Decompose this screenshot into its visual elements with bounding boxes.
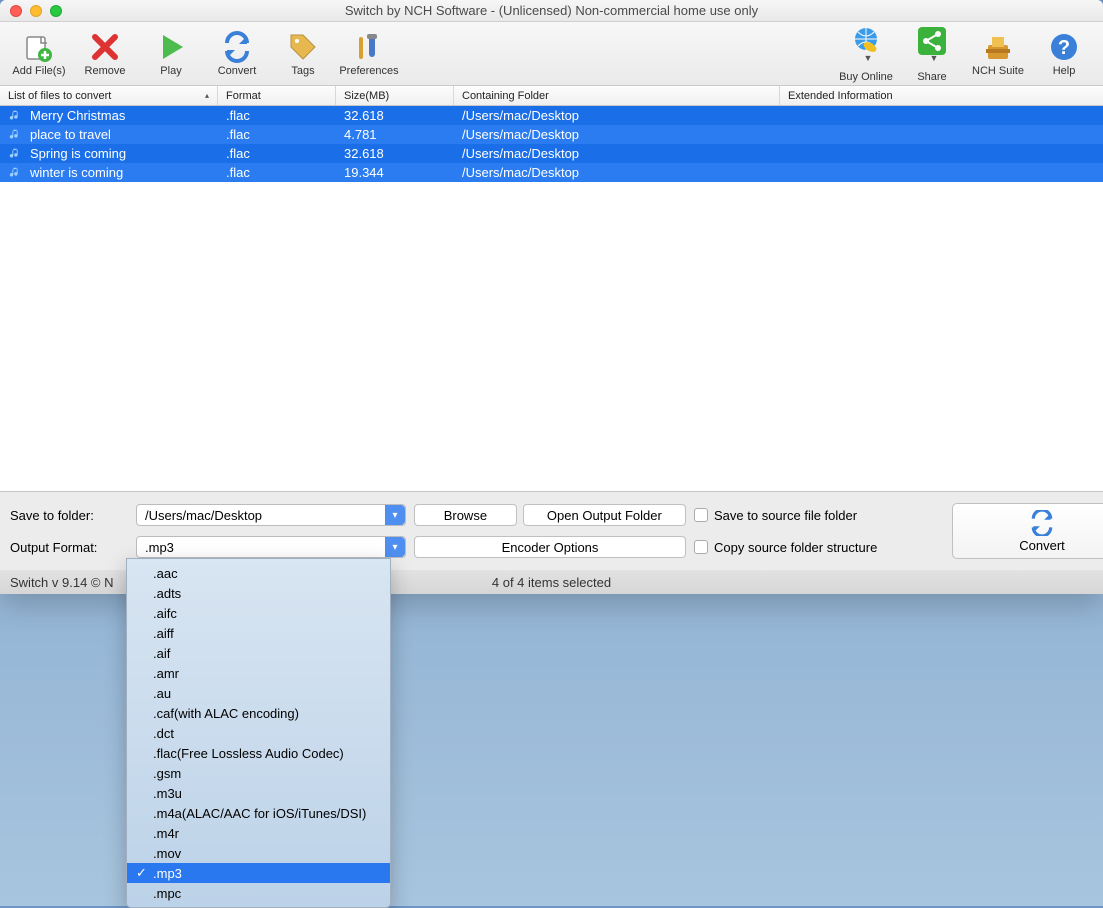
convert-icon (1029, 510, 1055, 536)
copy-source-structure-checkbox[interactable]: Copy source folder structure (694, 540, 944, 555)
cell-format: .flac (218, 108, 336, 123)
toolbar-play-button[interactable]: Play (138, 24, 204, 84)
play-icon (155, 31, 187, 63)
format-option[interactable]: .aif (127, 643, 390, 663)
music-note-icon (8, 166, 22, 180)
cell-size: 32.618 (336, 146, 454, 161)
music-note-icon (8, 128, 22, 142)
toolbar-tags-button[interactable]: Tags (270, 24, 336, 84)
cell-folder: /Users/mac/Desktop (454, 127, 780, 142)
cell-name: place to travel (22, 127, 218, 142)
nch-suite-icon (982, 31, 1014, 63)
tags-icon (287, 31, 319, 63)
convert-icon (221, 31, 253, 63)
table-row[interactable]: Merry Christmas.flac32.618/Users/mac/Des… (0, 106, 1103, 125)
cell-name: Spring is coming (22, 146, 218, 161)
minimize-window-icon[interactable] (30, 5, 42, 17)
cell-folder: /Users/mac/Desktop (454, 165, 780, 180)
help-icon: ? (1048, 31, 1080, 63)
save-to-source-checkbox[interactable]: Save to source file folder (694, 508, 944, 523)
col-folder[interactable]: Containing Folder (454, 86, 780, 105)
toolbar-buy-online-button[interactable]: ▼Buy Online (833, 24, 899, 84)
table-row[interactable]: Spring is coming.flac32.618/Users/mac/De… (0, 144, 1103, 163)
toolbar-share-button[interactable]: ▼Share (899, 24, 965, 84)
chevron-down-icon[interactable]: ▾ (385, 505, 405, 525)
encoder-options-button[interactable]: Encoder Options (414, 536, 686, 558)
save-to-combo[interactable]: /Users/mac/Desktop ▾ (136, 504, 406, 526)
col-name[interactable]: List of files to convert (0, 86, 218, 105)
cell-name: Merry Christmas (22, 108, 218, 123)
output-format-combo[interactable]: .mp3 ▾ (136, 536, 406, 558)
toolbar-add-files-button[interactable]: Add File(s) (6, 24, 72, 84)
format-option[interactable]: .au (127, 683, 390, 703)
toolbar-help-button[interactable]: ?Help (1031, 24, 1097, 84)
format-option[interactable]: .amr (127, 663, 390, 683)
svg-text:?: ? (1058, 37, 1070, 59)
col-size[interactable]: Size(MB) (336, 86, 454, 105)
cell-size: 4.781 (336, 127, 454, 142)
chevron-down-icon[interactable]: ▾ (385, 537, 405, 557)
format-option[interactable]: .gsm (127, 763, 390, 783)
format-option[interactable]: .m3u (127, 783, 390, 803)
format-option[interactable]: .mp3 (127, 863, 390, 883)
toolbar-remove-button[interactable]: Remove (72, 24, 138, 84)
format-option[interactable]: .mpc (127, 883, 390, 903)
cell-name: winter is coming (22, 165, 218, 180)
add-files-icon (23, 31, 55, 63)
toolbar-preferences-button[interactable]: Preferences (336, 24, 402, 84)
cell-format: .flac (218, 165, 336, 180)
app-window: Switch by NCH Software - (Unlicensed) No… (0, 0, 1103, 594)
col-ext[interactable]: Extended Information (780, 86, 944, 105)
format-option[interactable]: .m4a(ALAC/AAC for iOS/iTunes/DSI) (127, 803, 390, 823)
preferences-icon (353, 31, 385, 63)
maximize-window-icon[interactable] (50, 5, 62, 17)
format-option[interactable]: .flac(Free Lossless Audio Codec) (127, 743, 390, 763)
toolbar: Add File(s)RemovePlayConvertTagsPreferen… (0, 22, 1103, 86)
toolbar-convert-button[interactable]: Convert (204, 24, 270, 84)
format-option[interactable]: .adts (127, 583, 390, 603)
music-note-icon (8, 147, 22, 161)
cell-format: .flac (218, 146, 336, 161)
cell-folder: /Users/mac/Desktop (454, 108, 780, 123)
output-format-value: .mp3 (145, 540, 174, 555)
table-row[interactable]: place to travel.flac4.781/Users/mac/Desk… (0, 125, 1103, 144)
open-output-folder-button[interactable]: Open Output Folder (523, 504, 686, 526)
format-option[interactable]: .m4r (127, 823, 390, 843)
window-title: Switch by NCH Software - (Unlicensed) No… (0, 3, 1103, 18)
cell-size: 19.344 (336, 165, 454, 180)
save-to-label: Save to folder: (8, 508, 128, 523)
toolbar-nch-suite-button[interactable]: NCH Suite (965, 24, 1031, 84)
output-format-label: Output Format: (8, 540, 128, 555)
browse-button[interactable]: Browse (414, 504, 517, 526)
output-format-dropdown[interactable]: .aac.adts.aifc.aiff.aif.amr.au.caf(with … (126, 558, 391, 908)
cell-folder: /Users/mac/Desktop (454, 146, 780, 161)
file-list[interactable]: Merry Christmas.flac32.618/Users/mac/Des… (0, 106, 1103, 491)
format-option[interactable]: .aac (127, 563, 390, 583)
format-option[interactable]: .aifc (127, 603, 390, 623)
music-note-icon (8, 109, 22, 123)
convert-button[interactable]: Convert (952, 503, 1103, 559)
titlebar: Switch by NCH Software - (Unlicensed) No… (0, 0, 1103, 22)
format-option[interactable]: .caf(with ALAC encoding) (127, 703, 390, 723)
save-to-value: /Users/mac/Desktop (145, 508, 262, 523)
format-option[interactable]: .dct (127, 723, 390, 743)
remove-icon (89, 31, 121, 63)
cell-size: 32.618 (336, 108, 454, 123)
format-option[interactable]: .aiff (127, 623, 390, 643)
column-headers: List of files to convert Format Size(MB)… (0, 86, 1103, 106)
close-window-icon[interactable] (10, 5, 22, 17)
format-option[interactable]: .mov (127, 843, 390, 863)
table-row[interactable]: winter is coming.flac19.344/Users/mac/De… (0, 163, 1103, 182)
cell-format: .flac (218, 127, 336, 142)
col-format[interactable]: Format (218, 86, 336, 105)
